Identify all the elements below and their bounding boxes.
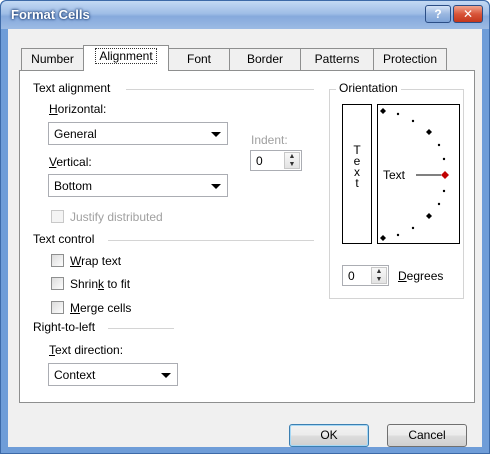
dial-minor-mark (442, 189, 446, 193)
dial-minor-mark (411, 119, 415, 123)
chevron-down-icon (161, 373, 171, 378)
vertical-label: Vertical: (49, 155, 92, 169)
dialog-title: Format Cells (11, 7, 90, 22)
title-bar[interactable]: Format Cells ? ✕ (1, 1, 489, 29)
ok-button[interactable]: OK (289, 424, 369, 447)
tab-number[interactable]: Number (21, 48, 84, 70)
tab-patterns[interactable]: Patterns (300, 48, 374, 70)
right-to-left-heading: Right-to-left (33, 320, 96, 334)
vertical-select-value: Bottom (54, 179, 93, 193)
shrink-to-fit-checkbox[interactable] (51, 277, 64, 290)
tab-alignment-label: Alignment (95, 48, 157, 64)
indent-spinner[interactable]: 0 ▲ ▼ (250, 150, 302, 171)
dial-major-mark (380, 235, 386, 241)
horizontal-label: Horizontal: (49, 102, 107, 116)
text-control-heading: Text control (33, 232, 95, 246)
text-direction-label: Text direction: (49, 343, 124, 357)
merge-cells-label: Merge cells (70, 301, 132, 315)
justify-distributed-label: Justify distributed (70, 210, 163, 224)
indent-label: Indent: (251, 133, 288, 147)
tab-protection[interactable]: Protection (373, 48, 447, 70)
close-button[interactable]: ✕ (453, 5, 483, 23)
vertical-letter: t (355, 176, 359, 190)
degrees-label: Degrees (398, 269, 444, 283)
help-button[interactable]: ? (425, 5, 451, 23)
text-alignment-separator (126, 89, 314, 90)
horizontal-select[interactable]: General (48, 122, 228, 145)
merge-cells-checkbox[interactable] (51, 301, 64, 314)
dialog-client-area: Number Alignment Font Border Patterns Pr… (8, 29, 482, 447)
dial-minor-mark (396, 112, 400, 116)
justify-distributed-checkbox[interactable] (51, 210, 64, 223)
tab-border-label: Border (246, 52, 284, 66)
dial-pointer-handle (441, 171, 449, 179)
tab-alignment[interactable]: Alignment (83, 45, 169, 71)
dial-minor-mark (411, 226, 415, 230)
dial-minor-mark (442, 157, 446, 161)
vertical-select[interactable]: Bottom (48, 174, 228, 197)
cancel-button[interactable]: Cancel (387, 424, 467, 447)
dial-minor-mark (396, 233, 400, 237)
tab-font-label: Font (186, 52, 211, 66)
chevron-down-icon (211, 132, 221, 137)
text-direction-select[interactable]: Context (48, 363, 178, 386)
tab-protection-label: Protection (382, 52, 438, 66)
orientation-dial[interactable]: Text (377, 104, 460, 244)
right-to-left-separator (108, 328, 174, 329)
wrap-text-checkbox[interactable] (51, 254, 64, 267)
dial-minor-mark (437, 202, 441, 206)
spinner-arrows-icon[interactable]: ▲ ▼ (284, 152, 300, 169)
degrees-value: 0 (348, 269, 355, 283)
alignment-panel: Text alignment Horizontal: General Inden… (19, 70, 475, 403)
tab-font[interactable]: Font (168, 48, 230, 70)
indent-value: 0 (256, 154, 263, 168)
shrink-to-fit-label: Shrink to fit (70, 277, 131, 291)
vertical-text-letters: T e x t (343, 144, 371, 190)
tab-patterns-label: Patterns (314, 52, 360, 66)
degrees-spinner[interactable]: 0 ▲ ▼ (342, 265, 389, 286)
dial-minor-mark (437, 143, 441, 147)
dial-major-mark (426, 129, 432, 135)
tab-number-label: Number (31, 52, 74, 66)
orientation-heading: Orientation (336, 81, 401, 95)
spinner-arrows-icon[interactable]: ▲ ▼ (371, 267, 387, 284)
text-control-separator (108, 240, 314, 241)
dial-text-label: Text (383, 168, 406, 182)
text-alignment-heading: Text alignment (33, 81, 111, 95)
horizontal-select-value: General (54, 127, 97, 141)
tab-border[interactable]: Border (229, 48, 301, 70)
wrap-text-label: Wrap text (70, 254, 122, 268)
vertical-text-orientation[interactable]: T e x t (342, 104, 372, 244)
text-direction-value: Context (54, 368, 96, 382)
dial-major-mark (380, 108, 386, 114)
dial-major-mark (426, 213, 432, 219)
format-cells-dialog: Format Cells ? ✕ Number Alignment Font B… (0, 0, 490, 454)
chevron-down-icon (211, 184, 221, 189)
